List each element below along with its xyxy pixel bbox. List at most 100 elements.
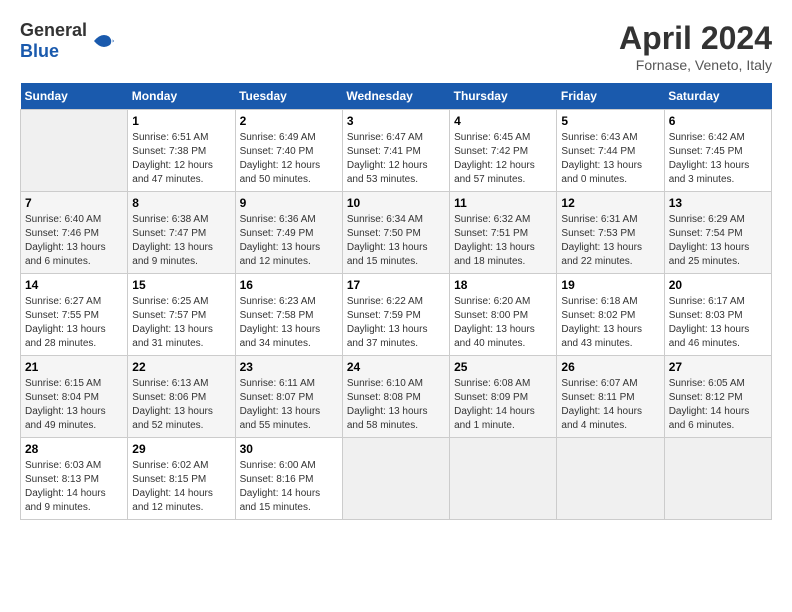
calendar-cell: 20 Sunrise: 6:17 AMSunset: 8:03 PMDayligh… [664, 274, 771, 356]
calendar-cell [664, 438, 771, 520]
day-info: Sunrise: 6:00 AMSunset: 8:16 PMDaylight:… [240, 459, 338, 515]
calendar-cell: 3 Sunrise: 6:47 AMSunset: 7:41 PMDaylight… [342, 110, 449, 192]
calendar-cell: 8 Sunrise: 6:38 AMSunset: 7:47 PMDaylight… [128, 192, 235, 274]
day-number: 26 [561, 360, 659, 374]
calendar-table: SundayMondayTuesdayWednesdayThursdayFrid… [20, 83, 772, 520]
day-number: 3 [347, 114, 445, 128]
day-info: Sunrise: 6:18 AMSunset: 8:02 PMDaylight:… [561, 295, 659, 351]
logo-text: General Blue [20, 20, 87, 62]
day-info: Sunrise: 6:17 AMSunset: 8:03 PMDaylight:… [669, 295, 767, 351]
day-number: 15 [132, 278, 230, 292]
day-number: 2 [240, 114, 338, 128]
day-info: Sunrise: 6:34 AMSunset: 7:50 PMDaylight:… [347, 213, 445, 269]
day-info: Sunrise: 6:07 AMSunset: 8:11 PMDaylight:… [561, 377, 659, 433]
weekday-header-row: SundayMondayTuesdayWednesdayThursdayFrid… [21, 83, 772, 110]
week-row-1: 7Sunrise: 6:40 AMSunset: 7:46 PMDaylight… [21, 192, 772, 274]
day-info: Sunrise: 6:49 AMSunset: 7:40 PMDaylight:… [240, 131, 338, 187]
calendar-cell: 24Sunrise: 6:10 AMSunset: 8:08 PMDayligh… [342, 356, 449, 438]
day-number: 20 [669, 278, 767, 292]
logo-general: General [20, 20, 87, 40]
week-row-0: 1 Sunrise: 6:51 AMSunset: 7:38 PMDaylight… [21, 110, 772, 192]
day-info: Sunrise: 6:10 AMSunset: 8:08 PMDaylight:… [347, 377, 445, 433]
day-number: 6 [669, 114, 767, 128]
calendar-cell: 13Sunrise: 6:29 AMSunset: 7:54 PMDayligh… [664, 192, 771, 274]
calendar-cell: 6 Sunrise: 6:42 AMSunset: 7:45 PMDaylight… [664, 110, 771, 192]
day-number: 28 [25, 442, 123, 456]
day-info: Sunrise: 6:02 AMSunset: 8:15 PMDaylight:… [132, 459, 230, 515]
weekday-header-tuesday: Tuesday [235, 83, 342, 110]
day-number: 7 [25, 196, 123, 210]
calendar-cell: 18 Sunrise: 6:20 AMSunset: 8:00 PMDayligh… [450, 274, 557, 356]
title-area: April 2024 Fornase, Veneto, Italy [619, 20, 772, 73]
day-info: Sunrise: 6:43 AMSunset: 7:44 PMDaylight:… [561, 131, 659, 187]
week-row-4: 28Sunrise: 6:03 AMSunset: 8:13 PMDayligh… [21, 438, 772, 520]
day-info: Sunrise: 6:08 AMSunset: 8:09 PMDaylight:… [454, 377, 552, 433]
day-number: 16 [240, 278, 338, 292]
day-info: Sunrise: 6:32 AMSunset: 7:51 PMDaylight:… [454, 213, 552, 269]
weekday-header-sunday: Sunday [21, 83, 128, 110]
day-number: 1 [132, 114, 230, 128]
logo: General Blue [20, 20, 118, 62]
calendar-cell: 14 Sunrise: 6:27 AMSunset: 7:55 PMDayligh… [21, 274, 128, 356]
weekday-header-thursday: Thursday [450, 83, 557, 110]
day-info: Sunrise: 6:42 AMSunset: 7:45 PMDaylight:… [669, 131, 767, 187]
week-row-3: 21 Sunrise: 6:15 AMSunset: 8:04 PMDayligh… [21, 356, 772, 438]
day-info: Sunrise: 6:20 AMSunset: 8:00 PMDaylight:… [454, 295, 552, 351]
day-number: 5 [561, 114, 659, 128]
day-info: Sunrise: 6:47 AMSunset: 7:41 PMDaylight:… [347, 131, 445, 187]
day-number: 21 [25, 360, 123, 374]
day-info: Sunrise: 6:13 AMSunset: 8:06 PMDaylight:… [132, 377, 230, 433]
calendar-cell: 28Sunrise: 6:03 AMSunset: 8:13 PMDayligh… [21, 438, 128, 520]
day-number: 8 [132, 196, 230, 210]
day-info: Sunrise: 6:36 AMSunset: 7:49 PMDaylight:… [240, 213, 338, 269]
day-info: Sunrise: 6:29 AMSunset: 7:54 PMDaylight:… [669, 213, 767, 269]
day-number: 23 [240, 360, 338, 374]
day-number: 17 [347, 278, 445, 292]
weekday-header-wednesday: Wednesday [342, 83, 449, 110]
calendar-cell: 16Sunrise: 6:23 AMSunset: 7:58 PMDayligh… [235, 274, 342, 356]
day-number: 12 [561, 196, 659, 210]
calendar-cell: 10 Sunrise: 6:34 AMSunset: 7:50 PMDayligh… [342, 192, 449, 274]
calendar-cell: 17 Sunrise: 6:22 AMSunset: 7:59 PMDayligh… [342, 274, 449, 356]
calendar-cell: 30 Sunrise: 6:00 AMSunset: 8:16 PMDayligh… [235, 438, 342, 520]
weekday-header-friday: Friday [557, 83, 664, 110]
calendar-cell: 22Sunrise: 6:13 AMSunset: 8:06 PMDayligh… [128, 356, 235, 438]
calendar-cell: 2 Sunrise: 6:49 AMSunset: 7:40 PMDaylight… [235, 110, 342, 192]
calendar-cell [342, 438, 449, 520]
calendar-cell: 15 Sunrise: 6:25 AMSunset: 7:57 PMDayligh… [128, 274, 235, 356]
day-number: 27 [669, 360, 767, 374]
day-number: 30 [240, 442, 338, 456]
day-info: Sunrise: 6:22 AMSunset: 7:59 PMDaylight:… [347, 295, 445, 351]
day-number: 29 [132, 442, 230, 456]
day-number: 10 [347, 196, 445, 210]
calendar-cell: 11 Sunrise: 6:32 AMSunset: 7:51 PMDayligh… [450, 192, 557, 274]
calendar-cell: 19 Sunrise: 6:18 AMSunset: 8:02 PMDayligh… [557, 274, 664, 356]
day-info: Sunrise: 6:25 AMSunset: 7:57 PMDaylight:… [132, 295, 230, 351]
day-number: 14 [25, 278, 123, 292]
calendar-cell: 1 Sunrise: 6:51 AMSunset: 7:38 PMDaylight… [128, 110, 235, 192]
calendar-cell [21, 110, 128, 192]
day-info: Sunrise: 6:15 AMSunset: 8:04 PMDaylight:… [25, 377, 123, 433]
day-number: 11 [454, 196, 552, 210]
day-info: Sunrise: 6:51 AMSunset: 7:38 PMDaylight:… [132, 131, 230, 187]
logo-blue: Blue [20, 41, 59, 61]
week-row-2: 14 Sunrise: 6:27 AMSunset: 7:55 PMDayligh… [21, 274, 772, 356]
day-number: 25 [454, 360, 552, 374]
weekday-header-monday: Monday [128, 83, 235, 110]
month-title: April 2024 [619, 20, 772, 57]
day-number: 19 [561, 278, 659, 292]
calendar-cell [557, 438, 664, 520]
day-info: Sunrise: 6:11 AMSunset: 8:07 PMDaylight:… [240, 377, 338, 433]
location: Fornase, Veneto, Italy [619, 57, 772, 73]
calendar-cell: 23 Sunrise: 6:11 AMSunset: 8:07 PMDayligh… [235, 356, 342, 438]
day-info: Sunrise: 6:38 AMSunset: 7:47 PMDaylight:… [132, 213, 230, 269]
calendar-cell: 29 Sunrise: 6:02 AMSunset: 8:15 PMDayligh… [128, 438, 235, 520]
calendar-cell: 25 Sunrise: 6:08 AMSunset: 8:09 PMDayligh… [450, 356, 557, 438]
day-number: 18 [454, 278, 552, 292]
weekday-header-saturday: Saturday [664, 83, 771, 110]
day-info: Sunrise: 6:27 AMSunset: 7:55 PMDaylight:… [25, 295, 123, 351]
day-info: Sunrise: 6:45 AMSunset: 7:42 PMDaylight:… [454, 131, 552, 187]
calendar-cell: 4Sunrise: 6:45 AMSunset: 7:42 PMDaylight… [450, 110, 557, 192]
calendar-cell: 7Sunrise: 6:40 AMSunset: 7:46 PMDaylight… [21, 192, 128, 274]
calendar-cell: 9Sunrise: 6:36 AMSunset: 7:49 PMDaylight… [235, 192, 342, 274]
